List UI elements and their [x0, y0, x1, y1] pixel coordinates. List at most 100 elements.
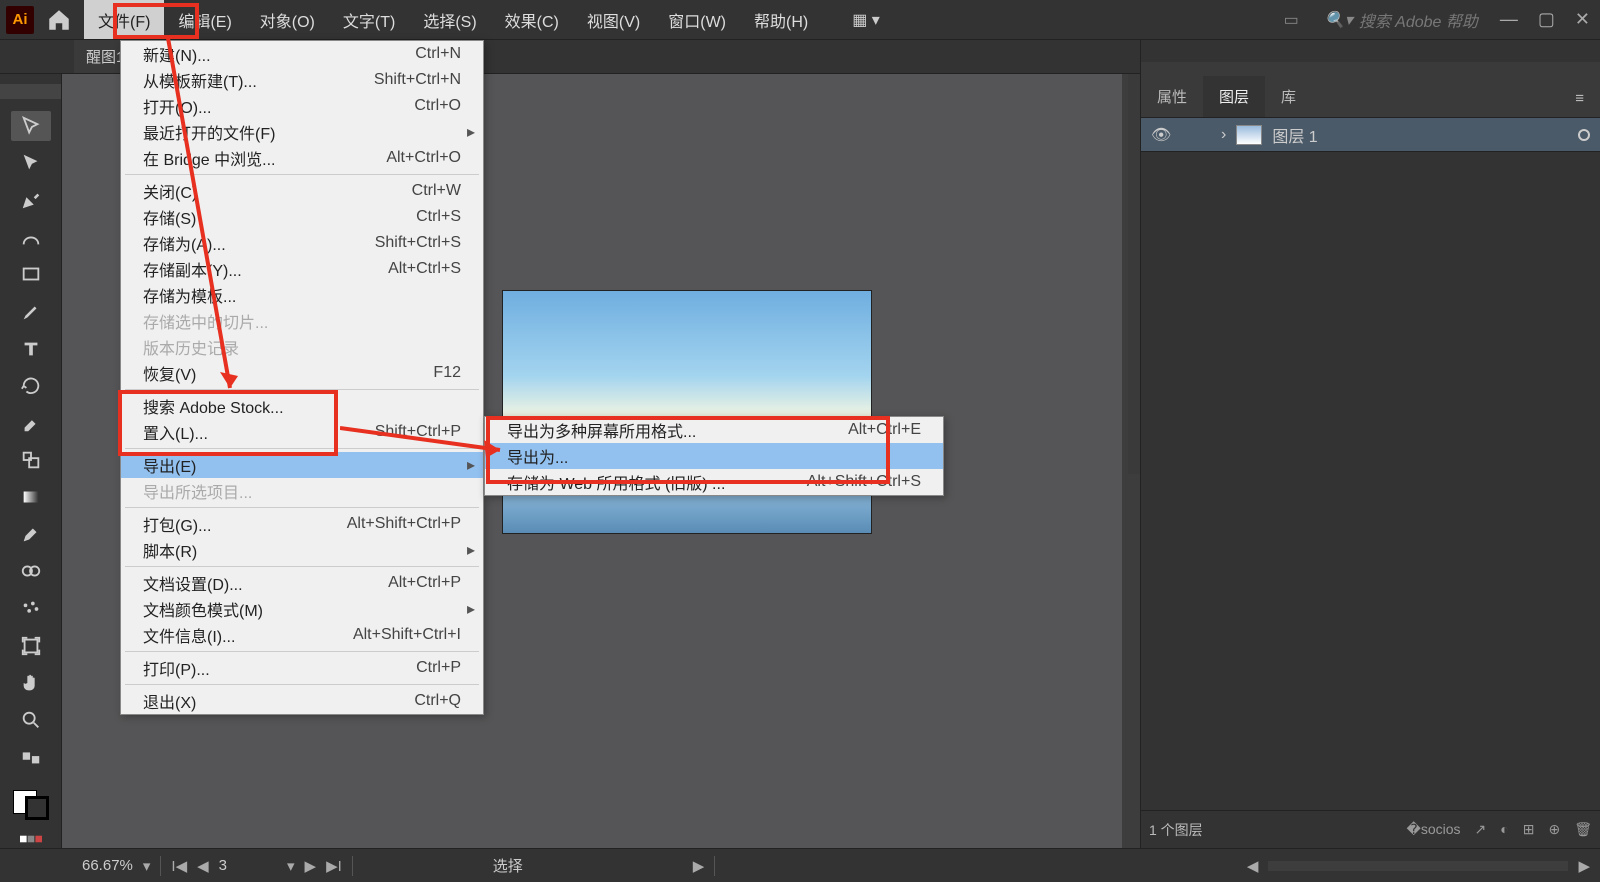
toggle-icon[interactable] [11, 743, 51, 772]
delete-icon[interactable]: 🗑 [1574, 821, 1592, 838]
file-menu-item-0[interactable]: 新建(N)...Ctrl+N [121, 41, 483, 67]
rectangle-tool[interactable] [11, 260, 51, 289]
zoom-tool[interactable] [11, 705, 51, 734]
status-dropdown-icon[interactable]: ▶ [693, 857, 705, 875]
right-panel: 属性 图层 库 ≡ 👁 › 图层 1 1 个图层 �socios ↗ ◐ ⊞ ⊕… [1140, 40, 1600, 848]
file-menu-item-11: 存储选中的切片... [121, 308, 483, 334]
panel-menu-icon[interactable]: ≡ [1559, 80, 1600, 117]
export-menu-item-1[interactable]: 导出为... [485, 443, 943, 469]
home-icon[interactable] [46, 7, 72, 33]
file-menu-item-24[interactable]: 文档设置(D)...Alt+Ctrl+P [121, 570, 483, 596]
maximize-button[interactable]: ▢ [1528, 9, 1565, 30]
paintbrush-tool[interactable] [11, 297, 51, 326]
zoom-dropdown-icon[interactable]: ▾ [143, 857, 151, 875]
file-menu-item-30[interactable]: 退出(X)Ctrl+Q [121, 688, 483, 714]
file-menu-item-3[interactable]: 最近打开的文件(F)▸ [121, 119, 483, 145]
search-help[interactable]: 🔍▾ 搜索 Adobe 帮助 [1325, 8, 1478, 32]
new-layer-icon[interactable]: ⊕ [1548, 821, 1560, 838]
layer-count: 1 个图层 [1149, 820, 1203, 840]
rotate-tool[interactable] [11, 371, 51, 400]
menubar: Ai 文件(F) 编辑(E) 对象(O) 文字(T) 选择(S) 效果(C) 视… [0, 0, 1600, 40]
last-artboard-icon[interactable]: ▶I [326, 857, 342, 875]
file-menu-item-25[interactable]: 文档颜色模式(M)▸ [121, 596, 483, 622]
file-menu-item-9[interactable]: 存储副本(Y)...Alt+Ctrl+S [121, 256, 483, 282]
menu-view[interactable]: 视图(V) [573, 0, 654, 39]
file-menu-item-6[interactable]: 关闭(C)Ctrl+W [121, 178, 483, 204]
tool-mode-label: 选择 [493, 855, 523, 876]
file-menu-item-12: 版本历史记录 [121, 334, 483, 360]
export-submenu: 导出为多种屏幕所用格式...Alt+Ctrl+E导出为...存储为 Web 所用… [484, 416, 944, 496]
first-artboard-icon[interactable]: I◀ [171, 857, 187, 875]
search-placeholder: 搜索 Adobe 帮助 [1359, 8, 1478, 32]
locate-icon[interactable]: �socios [1407, 821, 1461, 838]
file-menu-item-15[interactable]: 搜索 Adobe Stock... [121, 393, 483, 419]
menu-help[interactable]: 帮助(H) [740, 0, 822, 39]
pen-tool[interactable] [11, 186, 51, 215]
sublayer-icon[interactable]: ⊞ [1523, 821, 1535, 838]
menu-object[interactable]: 对象(O) [246, 0, 329, 39]
menu-type[interactable]: 文字(T) [329, 0, 409, 39]
layer-name[interactable]: 图层 1 [1272, 123, 1317, 147]
ruler-toggle[interactable] [0, 84, 61, 99]
layer-thumbnail [1236, 125, 1262, 145]
artboard-number[interactable]: 3 [219, 857, 227, 874]
file-menu-item-19: 导出所选项目... [121, 478, 483, 504]
fill-stroke[interactable] [11, 788, 51, 822]
file-menu-item-21[interactable]: 打包(G)...Alt+Shift+Ctrl+P [121, 511, 483, 537]
artboard-dropdown-icon[interactable]: ▾ [287, 857, 295, 875]
file-menu-item-18[interactable]: 导出(E)▸ [121, 452, 483, 478]
statusbar: 66.67% ▾ I◀ ◀ 3 ▾ ▶ ▶I 选择 ▶ ◀ ▶ [0, 848, 1600, 882]
file-menu-item-8[interactable]: 存储为(A)...Shift+Ctrl+S [121, 230, 483, 256]
file-menu-item-22[interactable]: 脚本(R)▸ [121, 537, 483, 563]
file-menu-item-16[interactable]: 置入(L)...Shift+Ctrl+P [121, 419, 483, 445]
collapsed-panel-strip[interactable] [1128, 74, 1140, 474]
file-menu-item-13[interactable]: 恢复(V)F12 [121, 360, 483, 386]
file-menu-item-26[interactable]: 文件信息(I)...Alt+Shift+Ctrl+I [121, 622, 483, 648]
file-menu-item-10[interactable]: 存储为模板... [121, 282, 483, 308]
color-mode-icon[interactable] [11, 830, 51, 848]
gradient-tool[interactable] [11, 483, 51, 512]
minimize-button[interactable]: — [1490, 9, 1528, 30]
menu-select[interactable]: 选择(S) [409, 0, 490, 39]
mask-icon[interactable]: ◐ [1500, 821, 1508, 838]
menu-file[interactable]: 文件(F) [84, 0, 164, 39]
menu-effect[interactable]: 效果(C) [491, 0, 573, 39]
prev-artboard-icon[interactable]: ◀ [197, 857, 209, 875]
menu-window[interactable]: 窗口(W) [654, 0, 740, 39]
layer-row[interactable]: 👁 › 图层 1 [1141, 118, 1600, 152]
eraser-tool[interactable] [11, 408, 51, 437]
type-tool[interactable] [11, 334, 51, 363]
blend-tool[interactable] [11, 557, 51, 586]
next-artboard-icon[interactable]: ▶ [305, 857, 317, 875]
placed-image[interactable] [502, 290, 872, 534]
curvature-tool[interactable] [11, 223, 51, 252]
visibility-icon[interactable]: 👁 [1151, 125, 1171, 145]
tab-libraries[interactable]: 库 [1265, 76, 1312, 117]
export-menu-item-0[interactable]: 导出为多种屏幕所用格式...Alt+Ctrl+E [485, 417, 943, 443]
panel-statusbar: 1 个图层 �socios ↗ ◐ ⊞ ⊕ 🗑 [1141, 810, 1600, 848]
file-menu-item-4[interactable]: 在 Bridge 中浏览...Alt+Ctrl+O [121, 145, 483, 171]
export-menu-item-2[interactable]: 存储为 Web 所用格式 (旧版) ...Alt+Shift+Ctrl+S [485, 469, 943, 495]
hand-tool[interactable] [11, 668, 51, 697]
arrange-icon[interactable]: ▭ [1270, 10, 1313, 30]
export-icon[interactable]: ↗ [1475, 821, 1487, 838]
direct-selection-tool[interactable] [11, 149, 51, 178]
file-menu-item-7[interactable]: 存储(S)Ctrl+S [121, 204, 483, 230]
close-button[interactable]: ✕ [1565, 9, 1600, 30]
chevron-right-icon[interactable]: › [1221, 126, 1226, 144]
scale-tool[interactable] [11, 446, 51, 475]
zoom-level[interactable]: 66.67% [82, 857, 133, 874]
file-menu-item-28[interactable]: 打印(P)...Ctrl+P [121, 655, 483, 681]
file-menu-item-2[interactable]: 打开(O)...Ctrl+O [121, 93, 483, 119]
file-menu-item-1[interactable]: 从模板新建(T)...Shift+Ctrl+N [121, 67, 483, 93]
panel-tabbar: 属性 图层 库 ≡ [1141, 62, 1600, 118]
tab-layers[interactable]: 图层 [1203, 76, 1265, 117]
selection-tool[interactable] [11, 111, 51, 140]
search-icon: 🔍▾ [1325, 10, 1353, 30]
eyedropper-tool[interactable] [11, 520, 51, 549]
tab-properties[interactable]: 属性 [1141, 76, 1203, 117]
symbol-sprayer-tool[interactable] [11, 594, 51, 623]
artboard-tool[interactable] [11, 631, 51, 660]
menu-edit[interactable]: 编辑(E) [164, 0, 245, 39]
layer-target-icon[interactable] [1578, 129, 1590, 141]
